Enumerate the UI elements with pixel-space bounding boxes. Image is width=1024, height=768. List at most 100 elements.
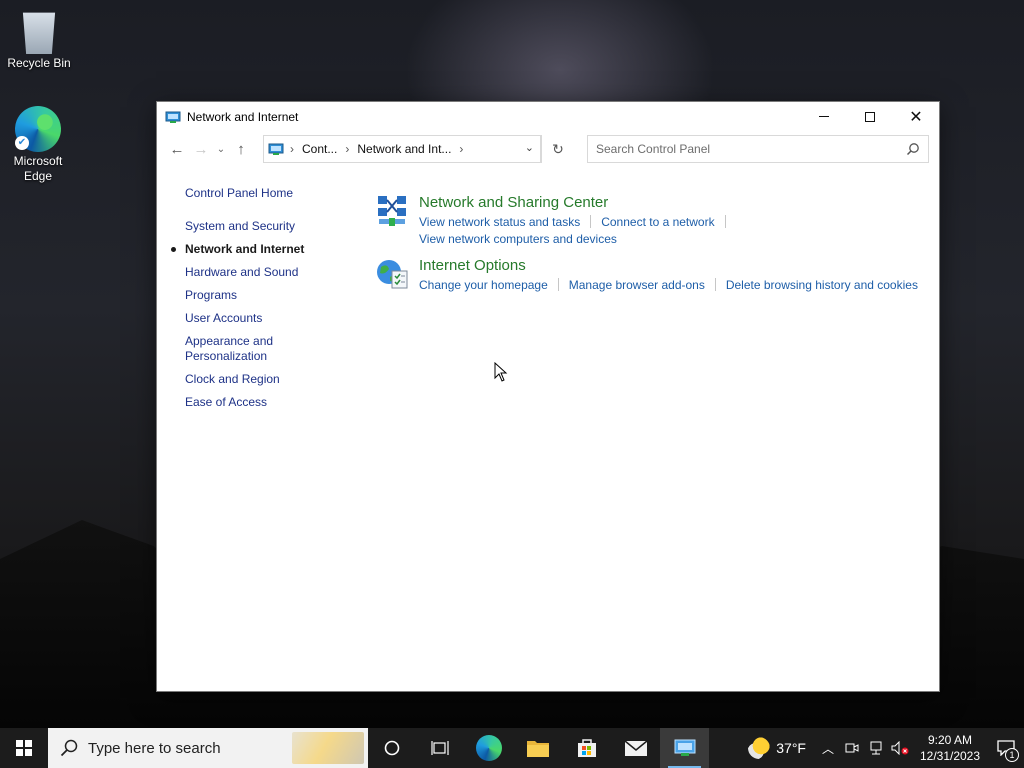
network-sharing-icon [378, 196, 406, 226]
maximize-button[interactable] [847, 102, 893, 131]
nav-clock-region[interactable]: Clock and Region [185, 372, 345, 387]
control-panel-icon [165, 111, 181, 123]
clock[interactable]: 9:20 AM 12/31/2023 [912, 732, 988, 764]
recent-locations-button[interactable]: ⌄ [213, 137, 229, 161]
volume-muted-icon [891, 741, 909, 755]
microsoft-edge-shortcut[interactable]: ✔ Microsoft Edge [0, 106, 76, 184]
minimize-icon [819, 116, 829, 117]
edge-icon [475, 735, 502, 761]
manage-addons-link[interactable]: Manage browser add-ons [569, 278, 705, 292]
search-icon [60, 739, 78, 757]
forward-arrow-icon: → [193, 140, 209, 158]
weather-widget[interactable]: 37°F [748, 737, 806, 759]
control-panel-home-link[interactable]: Control Panel Home [185, 186, 345, 201]
partly-sunny-icon [748, 737, 771, 759]
taskbar-edge[interactable] [464, 728, 513, 768]
search-highlight-image[interactable] [292, 732, 364, 764]
edge-icon: ✔ [15, 106, 61, 152]
up-arrow-icon: ↑ [237, 140, 245, 158]
view-network-computers-link[interactable]: View network computers and devices [419, 232, 617, 246]
nav-hardware-sound[interactable]: Hardware and Sound [185, 265, 345, 280]
link-divider [557, 278, 559, 291]
link-divider [724, 215, 726, 228]
taskbar-search-input[interactable] [88, 739, 288, 757]
view-network-status-link[interactable]: View network status and tasks [419, 215, 580, 229]
close-button[interactable]: ✕ [893, 102, 939, 131]
back-arrow-icon: ← [169, 140, 185, 158]
weather-temperature: 37°F [776, 740, 806, 756]
address-bar[interactable]: › Cont... › Network and Int... › ⌄ [263, 135, 541, 163]
task-view-icon [430, 741, 449, 755]
chevron-up-icon: ︿ [821, 741, 834, 756]
internet-options-icon [377, 260, 408, 289]
taskbar: 37°F ︿ 9:20 AM 12/31/2023 1 [0, 728, 1024, 768]
edge-label: Microsoft Edge [13, 154, 63, 183]
nav-system-security[interactable]: System and Security [185, 219, 345, 234]
connect-network-link[interactable]: Connect to a network [601, 215, 714, 229]
link-divider [714, 278, 716, 291]
notification-count-badge: 1 [1005, 748, 1019, 762]
up-button[interactable]: ↑ [229, 137, 253, 161]
nav-appearance-personalization[interactable]: Appearance and Personalization [185, 334, 295, 364]
meet-now-icon [845, 743, 859, 753]
back-button[interactable]: ← [165, 137, 189, 161]
taskbar-search-box[interactable] [48, 728, 368, 768]
network-sharing-heading[interactable]: Network and Sharing Center [419, 194, 608, 211]
internet-options-heading[interactable]: Internet Options [419, 257, 526, 274]
taskbar-mail[interactable] [611, 728, 660, 768]
control-panel-icon [268, 143, 284, 155]
breadcrumb-control-panel[interactable]: Cont... [302, 142, 337, 156]
close-icon: ✕ [909, 108, 923, 126]
recycle-bin-label: Recycle Bin [7, 56, 71, 70]
taskbar-microsoft-store[interactable] [562, 728, 611, 768]
minimize-button[interactable] [801, 102, 847, 131]
show-hidden-icons-button[interactable]: ︿ [816, 728, 840, 768]
recycle-bin-icon [22, 12, 56, 54]
nav-programs[interactable]: Programs [185, 288, 345, 303]
search-input[interactable] [596, 142, 886, 156]
action-center-button[interactable]: 1 [988, 728, 1024, 768]
refresh-button[interactable]: ↻ [541, 135, 574, 163]
change-homepage-link[interactable]: Change your homepage [419, 278, 548, 292]
address-dropdown-icon[interactable]: ⌄ [525, 141, 534, 154]
nav-user-accounts[interactable]: User Accounts [185, 311, 345, 326]
meet-now-button[interactable] [840, 728, 864, 768]
cortana-button[interactable] [368, 728, 415, 768]
volume-button[interactable] [888, 728, 912, 768]
forward-button[interactable]: → [189, 137, 213, 161]
nav-ease-of-access[interactable]: Ease of Access [185, 395, 345, 410]
windows-logo-icon [16, 740, 32, 756]
taskbar-control-panel[interactable] [660, 728, 709, 768]
start-button[interactable] [0, 728, 48, 768]
clock-time: 9:20 AM [927, 733, 973, 747]
shortcut-check-icon: ✔ [15, 136, 29, 150]
control-panel-window: Network and Internet ✕ ← → ⌄ ↑ › Cont...… [156, 101, 940, 692]
mouse-pointer-icon [494, 362, 508, 382]
navigation-bar: ← → ⌄ ↑ › Cont... › Network and Int... ›… [157, 131, 939, 167]
network-status-button[interactable] [864, 728, 888, 768]
network-icon [870, 741, 882, 755]
window-title: Network and Internet [187, 109, 299, 124]
breadcrumb-network-internet[interactable]: Network and Int... [357, 142, 451, 156]
folder-icon [526, 741, 549, 757]
search-icon [906, 143, 919, 156]
breadcrumb-separator-icon[interactable]: › [459, 142, 463, 156]
clock-date: 12/31/2023 [919, 749, 981, 763]
breadcrumb-separator-icon: › [290, 142, 294, 156]
task-view-button[interactable] [415, 728, 464, 768]
breadcrumb-separator-icon: › [345, 142, 350, 156]
system-tray: 37°F ︿ 9:20 AM 12/31/2023 1 [748, 728, 1024, 768]
search-box[interactable] [587, 135, 929, 163]
maximize-icon [865, 111, 875, 122]
nav-network-internet[interactable]: Network and Internet [171, 242, 345, 257]
left-navigation-pane: Control Panel Home System and Security N… [171, 186, 345, 418]
title-bar[interactable]: Network and Internet ✕ [157, 102, 939, 131]
mail-icon [624, 740, 647, 756]
chevron-down-icon: ⌄ [216, 143, 226, 155]
link-divider [590, 215, 592, 228]
control-panel-icon [674, 739, 695, 756]
taskbar-file-explorer[interactable] [513, 728, 562, 768]
recycle-bin-shortcut[interactable]: Recycle Bin [1, 8, 77, 71]
delete-history-link[interactable]: Delete browsing history and cookies [726, 278, 918, 292]
cortana-circle-icon [384, 740, 399, 756]
